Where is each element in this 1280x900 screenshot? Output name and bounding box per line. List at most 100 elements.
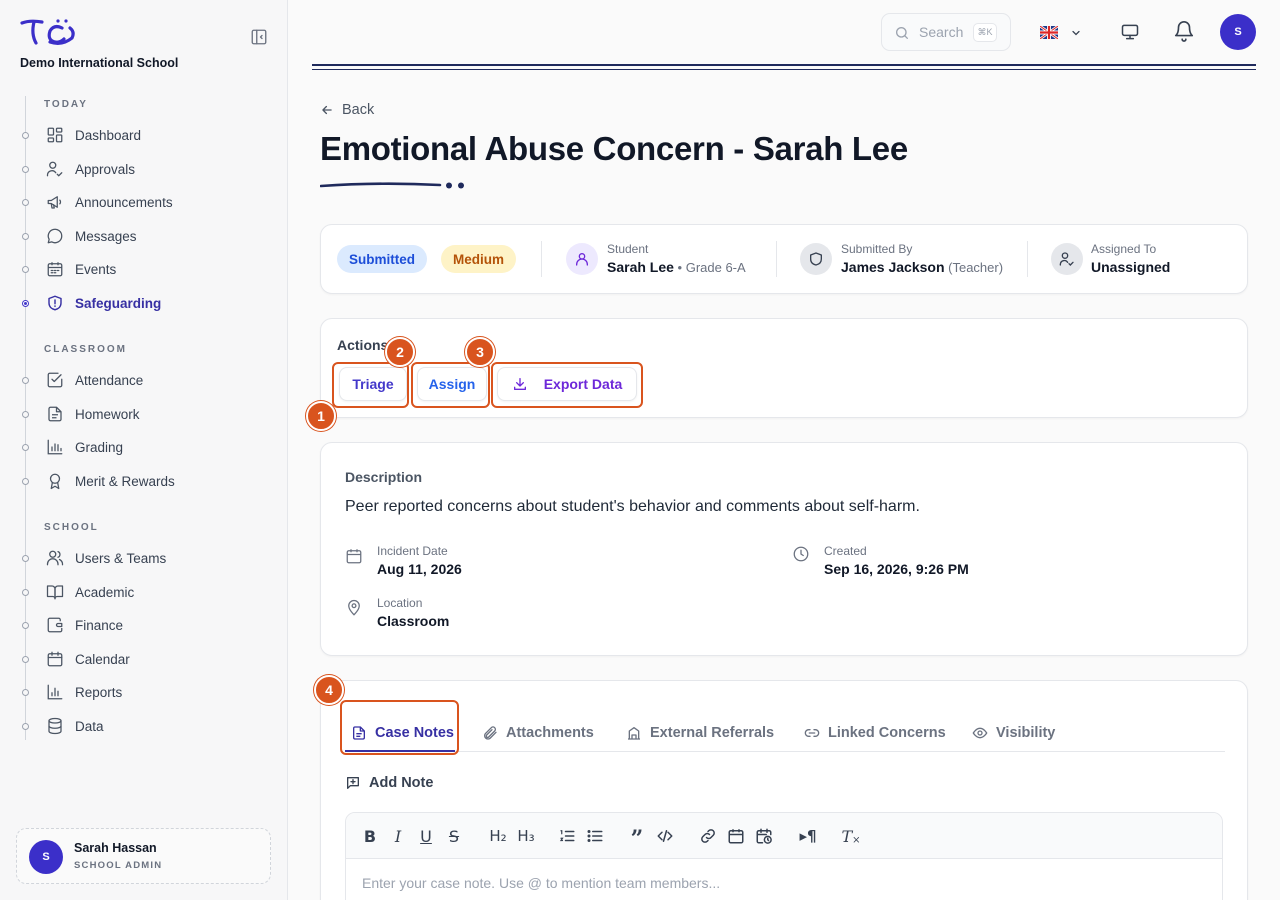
section-classroom: CLASSROOM: [44, 344, 127, 355]
bold-icon[interactable]: B: [360, 826, 380, 846]
tab-case-notes[interactable]: Case Notes: [351, 717, 454, 749]
sidebar-item-label: Finance: [75, 617, 124, 633]
link-icon: [804, 729, 820, 737]
nav-dot: [22, 588, 29, 596]
underline-icon[interactable]: U: [416, 826, 436, 846]
divider: [541, 241, 542, 277]
tab-visibility[interactable]: Visibility: [972, 717, 1055, 749]
calendar-icon[interactable]: [726, 826, 746, 846]
calendar-clock-icon[interactable]: [754, 826, 774, 846]
calendar-grid-icon: [46, 260, 64, 278]
code-icon[interactable]: [655, 826, 675, 846]
user-avatar[interactable]: S: [1220, 14, 1256, 50]
heading-2-icon[interactable]: H₂: [486, 826, 510, 846]
avatar: S: [29, 840, 63, 874]
sidebar-item-events[interactable]: Events: [0, 254, 288, 284]
search-input[interactable]: Search ⌘K: [881, 13, 1011, 51]
sidebar-item-academic[interactable]: Academic: [0, 577, 288, 607]
sidebar-item-grading[interactable]: Grading: [0, 432, 288, 462]
bell-icon[interactable]: [1173, 20, 1195, 42]
sidebar-item-approvals[interactable]: Approvals: [0, 154, 288, 184]
editor-toolbar: B I U S H₂ H₃ ” ▸¶ T ×: [346, 813, 1222, 859]
sidebar: Demo International School TODAY CLASSROO…: [0, 0, 288, 900]
sidebar-item-label: Calendar: [75, 651, 130, 667]
description-label: Description: [345, 469, 423, 485]
sidebar-item-label: Messages: [75, 228, 137, 244]
strikethrough-icon[interactable]: S: [444, 826, 464, 846]
export-data-button[interactable]: Export Data: [497, 367, 637, 401]
sidebar-item-homework[interactable]: Homework: [0, 399, 288, 429]
quote-icon[interactable]: ”: [627, 826, 647, 852]
sidebar-item-merit-rewards[interactable]: Merit & Rewards: [0, 466, 288, 496]
triage-button[interactable]: Triage: [339, 367, 407, 401]
nav-dot-active: [22, 299, 29, 307]
sidebar-item-reports[interactable]: Reports: [0, 677, 288, 707]
sidebar-item-users-teams[interactable]: Users & Teams: [0, 543, 288, 573]
tab-linked-concerns[interactable]: Linked Concerns: [804, 717, 946, 749]
heading-3-icon[interactable]: H₃: [514, 826, 538, 846]
sidebar-item-dashboard[interactable]: Dashboard: [0, 120, 288, 150]
actions-card: Actions Triage Assign Export Data: [320, 318, 1248, 418]
chart-icon: [46, 683, 64, 701]
nav-dot: [22, 621, 29, 629]
award-icon: [46, 472, 64, 490]
user-profile-card[interactable]: S Sarah Hassan SCHOOL ADMIN: [16, 828, 271, 884]
case-note-input[interactable]: [362, 871, 1202, 895]
submitter-name: James Jackson: [841, 259, 945, 275]
case-tabs-card: Case Notes Attachments External Referral…: [320, 680, 1248, 900]
monitor-icon[interactable]: [1120, 22, 1140, 42]
search-icon: [894, 25, 910, 41]
student-value[interactable]: Sarah Lee • Grade 6-A: [607, 259, 746, 275]
link-icon[interactable]: [698, 826, 718, 846]
sidebar-collapse-icon[interactable]: [250, 28, 268, 46]
language-selector[interactable]: [1040, 24, 1084, 42]
status-badge: Submitted: [337, 245, 427, 273]
italic-icon[interactable]: I: [388, 826, 408, 846]
student-icon: [566, 243, 598, 275]
sidebar-item-safeguarding[interactable]: Safeguarding: [0, 288, 288, 318]
ordered-list-icon[interactable]: [557, 826, 577, 846]
nav-dot: [22, 443, 29, 451]
nav-dot: [22, 477, 29, 485]
assign-button[interactable]: Assign: [417, 367, 487, 401]
nav-dot: [22, 265, 29, 273]
sidebar-item-label: Dashboard: [75, 127, 142, 143]
sidebar-item-messages[interactable]: Messages: [0, 221, 288, 251]
paperclip-icon: [484, 726, 497, 740]
sidebar-item-attendance[interactable]: Attendance: [0, 365, 288, 395]
export-data-label: Export Data: [543, 376, 623, 392]
back-label: Back: [342, 102, 375, 118]
eye-icon: [972, 727, 988, 739]
back-link[interactable]: Back: [320, 102, 374, 118]
database-icon: [46, 717, 64, 735]
bullet-list-icon[interactable]: [585, 826, 605, 846]
add-note-button[interactable]: Add Note: [345, 775, 433, 791]
calendar-icon: [345, 547, 363, 565]
megaphone-icon: [46, 193, 64, 211]
annotation-marker-2: 2: [385, 337, 415, 367]
tab-label: Linked Concerns: [828, 725, 946, 741]
tab-external-referrals[interactable]: External Referrals: [626, 717, 774, 749]
sidebar-item-finance[interactable]: Finance: [0, 610, 288, 640]
sidebar-item-announcements[interactable]: Announcements: [0, 187, 288, 217]
search-placeholder: Search: [919, 24, 964, 40]
tab-attachments[interactable]: Attachments: [482, 717, 594, 749]
file-text-icon: [353, 726, 365, 740]
nav-dot: [22, 165, 29, 173]
sidebar-item-label: Homework: [75, 406, 140, 422]
tab-label: External Referrals: [650, 725, 775, 741]
check-square-icon: [46, 371, 64, 389]
school-logo[interactable]: [20, 18, 76, 48]
sidebar-item-data[interactable]: Data: [0, 711, 288, 741]
divider: [776, 241, 777, 277]
sidebar-item-label: Events: [75, 261, 117, 277]
nav-dot: [22, 688, 29, 696]
sidebar-item-label: Academic: [75, 584, 135, 600]
map-pin-icon: [345, 599, 363, 617]
text-direction-icon[interactable]: ▸¶: [798, 826, 818, 846]
nav-dot: [22, 232, 29, 240]
clear-format-icon[interactable]: T ×: [841, 826, 861, 846]
user-role: SCHOOL ADMIN: [74, 860, 163, 871]
sidebar-item-calendar[interactable]: Calendar: [0, 644, 288, 674]
annotation-marker-3: 3: [465, 337, 495, 367]
